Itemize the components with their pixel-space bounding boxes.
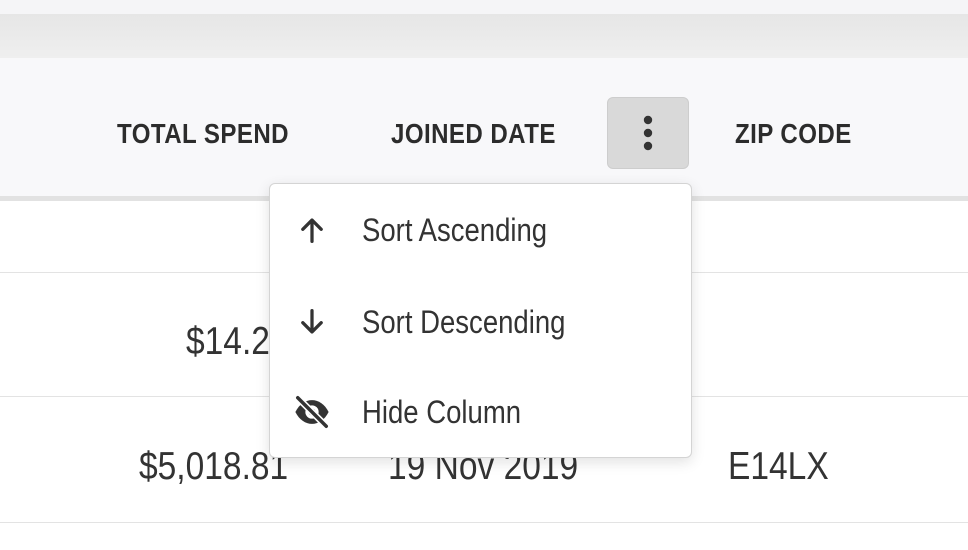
column-header-total-spend[interactable]: TOTAL SPEND [117,118,289,150]
column-menu-button[interactable] [607,97,689,169]
data-table-view: TOTAL SPEND JOINED DATE ZIP CODE $14.2 $… [0,0,968,550]
cell-total-spend: $14.2 [186,320,270,363]
menu-item-sort-ascending[interactable]: Sort Ascending [270,190,691,270]
column-menu-dropdown: Sort Ascending Sort Descending Hide Colu… [269,183,692,458]
menu-item-label: Hide Column [362,394,522,430]
cell-total-spend: $5,018.81 [139,445,289,488]
menu-item-hide-column[interactable]: Hide Column [270,372,691,452]
menu-item-label: Sort Ascending [362,212,548,248]
top-bar [0,0,968,14]
menu-item-sort-descending[interactable]: Sort Descending [270,282,691,362]
arrow-down-icon [292,302,332,342]
cell-zip-code: E14LX [728,445,829,488]
more-vert-icon [643,115,653,151]
column-header-joined-date[interactable]: JOINED DATE [391,118,556,150]
eye-off-icon [292,392,332,432]
column-header-zip-code[interactable]: ZIP CODE [735,118,852,150]
row-divider [0,522,968,523]
table-toolbar-gap [0,14,968,58]
arrow-up-icon [292,210,332,250]
menu-item-label: Sort Descending [362,304,566,340]
table-header-row: TOTAL SPEND JOINED DATE ZIP CODE [0,58,968,196]
